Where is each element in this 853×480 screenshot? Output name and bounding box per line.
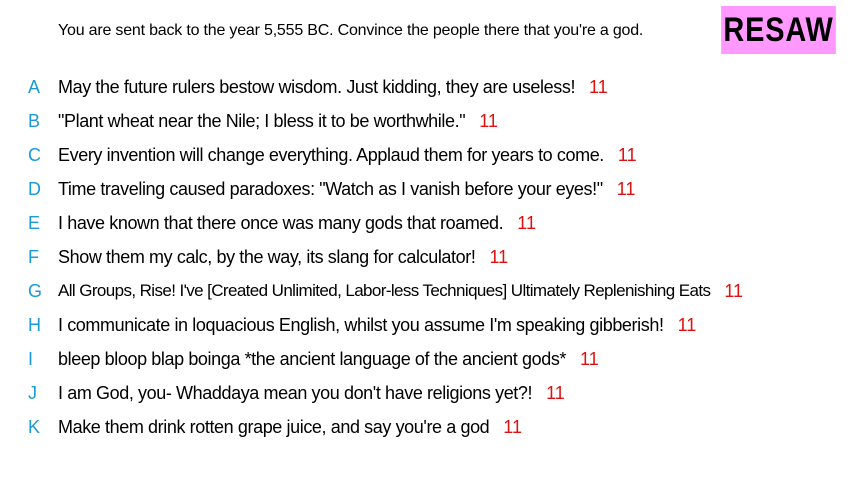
- answer-letter: E: [28, 212, 41, 233]
- answer-text: I am God, you- Whaddaya mean you don't h…: [58, 382, 533, 403]
- answer-letter: B: [28, 110, 41, 131]
- answer-letter: J: [28, 382, 37, 403]
- answer-score: 11: [546, 382, 565, 403]
- answer-item-i[interactable]: I bleep bloop blap boinga *the ancient l…: [0, 342, 743, 376]
- answer-item-d[interactable]: D Time traveling caused paradoxes: "Watc…: [0, 172, 743, 206]
- answer-item-e[interactable]: E I have known that there once was many …: [0, 206, 743, 240]
- answer-text: May the future rulers bestow wisdom. Jus…: [58, 76, 576, 97]
- resaw-badge-label: RESAW: [723, 10, 834, 49]
- answer-score: 11: [503, 416, 522, 437]
- answer-text: Make them drink rotten grape juice, and …: [58, 416, 490, 437]
- answer-item-b[interactable]: B "Plant wheat near the Nile; I bless it…: [0, 104, 743, 138]
- answer-letter: D: [28, 178, 41, 199]
- answer-text: All Groups, Rise! I've [Created Unlimite…: [58, 281, 711, 300]
- answer-list: A May the future rulers bestow wisdom. J…: [0, 70, 743, 444]
- answer-item-k[interactable]: K Make them drink rotten grape juice, an…: [0, 410, 743, 444]
- answer-score: 11: [489, 246, 509, 267]
- answer-letter: K: [28, 416, 41, 437]
- answer-text: bleep bloop blap boinga *the ancient lan…: [58, 348, 567, 369]
- answer-letter: C: [28, 144, 41, 165]
- answer-item-c[interactable]: C Every invention will change everything…: [0, 138, 743, 172]
- answer-score: 11: [517, 212, 536, 233]
- answer-text: I communicate in loquacious English, whi…: [58, 314, 664, 335]
- answer-score: 11: [479, 110, 498, 131]
- answer-score: 11: [580, 348, 599, 369]
- answer-item-j[interactable]: J I am God, you- Whaddaya mean you don't…: [0, 376, 743, 410]
- answer-letter: G: [28, 280, 43, 301]
- answer-score: 11: [589, 76, 608, 97]
- answer-text: Every invention will change everything. …: [58, 144, 604, 165]
- answer-letter: I: [28, 348, 34, 369]
- answer-score: 11: [677, 314, 697, 335]
- answer-item-g[interactable]: G All Groups, Rise! I've [Created Unlimi…: [0, 274, 743, 308]
- answer-score: 11: [617, 144, 637, 165]
- answer-letter: H: [28, 314, 41, 335]
- answer-item-h[interactable]: H I communicate in loquacious English, w…: [0, 308, 743, 342]
- answer-score: 11: [724, 280, 744, 301]
- answer-text: Show them my calc, by the way, its slang…: [58, 246, 476, 267]
- answer-item-f[interactable]: F Show them my calc, by the way, its sla…: [0, 240, 743, 274]
- resaw-badge: RESAW: [721, 6, 836, 54]
- prompt-text: You are sent back to the year 5,555 BC. …: [58, 22, 644, 39]
- answer-letter: A: [28, 76, 41, 97]
- answer-text: "Plant wheat near the Nile; I bless it t…: [58, 110, 466, 131]
- answer-item-a[interactable]: A May the future rulers bestow wisdom. J…: [0, 70, 743, 104]
- answer-score: 11: [616, 178, 636, 199]
- answer-text: Time traveling caused paradoxes: "Watch …: [58, 178, 603, 199]
- answer-letter: F: [28, 246, 39, 267]
- answer-text: I have known that there once was many go…: [58, 212, 504, 233]
